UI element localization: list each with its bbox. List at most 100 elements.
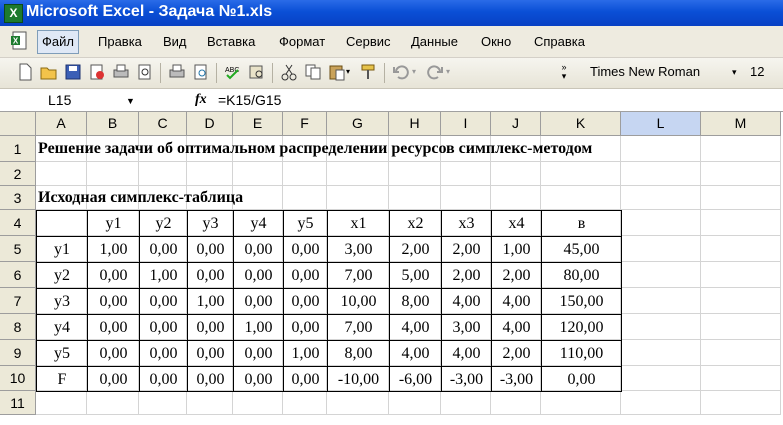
table-cell[interactable]: 2,00	[441, 262, 492, 289]
spelling-icon[interactable]: ABC	[224, 63, 242, 81]
table-cell[interactable]: 4,00	[491, 288, 542, 315]
cell[interactable]	[187, 162, 233, 186]
excel-icon[interactable]: X	[4, 4, 23, 23]
new-icon[interactable]	[16, 63, 34, 81]
table-cell[interactable]: 2,00	[389, 236, 442, 263]
cell[interactable]	[187, 391, 233, 415]
table-cell[interactable]: 4,00	[491, 314, 542, 341]
row-header-4[interactable]: 4	[0, 210, 36, 236]
print-icon[interactable]	[112, 63, 130, 81]
table-cell[interactable]: 0,00	[233, 262, 284, 289]
cell[interactable]	[491, 391, 541, 415]
table-cell[interactable]: 4,00	[441, 340, 492, 367]
table-cell[interactable]: 0,00	[87, 340, 140, 367]
table-cell[interactable]: 0,00	[541, 366, 622, 392]
paste-icon[interactable]	[328, 63, 346, 81]
table-header-cell[interactable]: x3	[441, 210, 492, 237]
table-cell[interactable]: 0,00	[187, 236, 234, 263]
cell[interactable]	[441, 162, 491, 186]
cell[interactable]	[491, 186, 541, 210]
table-cell[interactable]: -3,00	[441, 366, 492, 392]
table-cell[interactable]: 8,00	[327, 340, 390, 367]
menu-format[interactable]: Формат	[279, 32, 325, 52]
table-cell[interactable]: 0,00	[233, 236, 284, 263]
cell[interactable]	[701, 136, 781, 162]
table-cell[interactable]: 0,00	[87, 314, 140, 341]
table-cell[interactable]: 0,00	[283, 288, 328, 315]
table-cell[interactable]: 0,00	[187, 366, 234, 392]
table-cell[interactable]: 0,00	[283, 262, 328, 289]
table-cell[interactable]: -10,00	[327, 366, 390, 392]
menu-help[interactable]: Справка	[534, 32, 585, 52]
column-header-g[interactable]: G	[327, 112, 389, 136]
table-cell[interactable]: -3,00	[491, 366, 542, 392]
table-cell[interactable]: y5	[36, 340, 88, 367]
cell[interactable]	[621, 366, 701, 391]
cell[interactable]	[36, 391, 87, 415]
open-icon[interactable]	[40, 63, 58, 81]
cell[interactable]	[621, 162, 701, 186]
row-header-10[interactable]: 10	[0, 366, 36, 391]
cell[interactable]	[327, 391, 389, 415]
undo-dropdown-icon[interactable]: ▾	[412, 63, 422, 81]
name-box[interactable]: L15 ▼	[2, 90, 140, 110]
table-cell[interactable]: 3,00	[327, 236, 390, 263]
font-size-select[interactable]: 12	[748, 62, 783, 82]
print-preview-icon[interactable]	[136, 63, 154, 81]
cell[interactable]	[389, 162, 441, 186]
cell[interactable]	[283, 391, 327, 415]
table-cell[interactable]: 0,00	[139, 236, 188, 263]
cell[interactable]	[701, 288, 781, 314]
table-cell[interactable]: 0,00	[187, 340, 234, 367]
table-cell[interactable]: 0,00	[283, 314, 328, 341]
table-header-cell[interactable]: x1	[327, 210, 390, 237]
table-cell[interactable]: y2	[36, 262, 88, 289]
cell[interactable]	[491, 162, 541, 186]
menu-edit[interactable]: Правка	[98, 32, 142, 52]
row-header-1[interactable]: 1	[0, 136, 36, 162]
table-cell[interactable]: 80,00	[541, 262, 622, 289]
table-cell[interactable]: 4,00	[441, 288, 492, 315]
table-cell[interactable]: 4,00	[389, 340, 442, 367]
table-cell[interactable]: 2,00	[491, 340, 542, 367]
insert-function-icon[interactable]: fx	[195, 89, 207, 111]
table-cell[interactable]: 5,00	[389, 262, 442, 289]
table-cell[interactable]: 45,00	[541, 236, 622, 263]
cell[interactable]	[621, 210, 701, 236]
cell[interactable]	[389, 391, 441, 415]
cell[interactable]	[701, 366, 781, 391]
undo-icon[interactable]	[392, 63, 410, 81]
cell[interactable]	[139, 391, 187, 415]
cell[interactable]	[36, 162, 87, 186]
cell[interactable]	[621, 340, 701, 366]
table-cell[interactable]: 0,00	[233, 366, 284, 392]
column-header-h[interactable]: H	[389, 112, 441, 136]
table-cell[interactable]: 3,00	[441, 314, 492, 341]
cell[interactable]	[621, 288, 701, 314]
table-cell[interactable]: 0,00	[139, 314, 188, 341]
cell[interactable]	[541, 162, 621, 186]
cut-icon[interactable]	[280, 63, 298, 81]
cell[interactable]	[621, 186, 701, 210]
table-cell[interactable]: 0,00	[187, 314, 234, 341]
table-cell[interactable]: 0,00	[87, 262, 140, 289]
paste-dropdown-icon[interactable]: ▾	[346, 63, 356, 81]
cell[interactable]	[389, 186, 441, 210]
table-cell[interactable]: 4,00	[389, 314, 442, 341]
table-cell[interactable]: 8,00	[389, 288, 442, 315]
row-header-3[interactable]: 3	[0, 186, 36, 210]
font-name-select[interactable]: Times New Roman ▾	[584, 62, 744, 82]
row-header-6[interactable]: 6	[0, 262, 36, 288]
formula-input[interactable]: =K15/G15	[218, 89, 281, 111]
cell[interactable]	[283, 162, 327, 186]
cell[interactable]	[621, 136, 701, 162]
table-header-cell[interactable]: в	[541, 210, 622, 237]
table-header-cell[interactable]: y3	[187, 210, 234, 237]
select-all-corner[interactable]	[0, 112, 36, 136]
table-cell[interactable]: 0,00	[139, 288, 188, 315]
table-cell[interactable]: 110,00	[541, 340, 622, 367]
table-cell[interactable]: 0,00	[87, 366, 140, 392]
column-header-k[interactable]: K	[541, 112, 621, 136]
redo-icon[interactable]	[426, 63, 444, 81]
cell[interactable]	[541, 391, 621, 415]
